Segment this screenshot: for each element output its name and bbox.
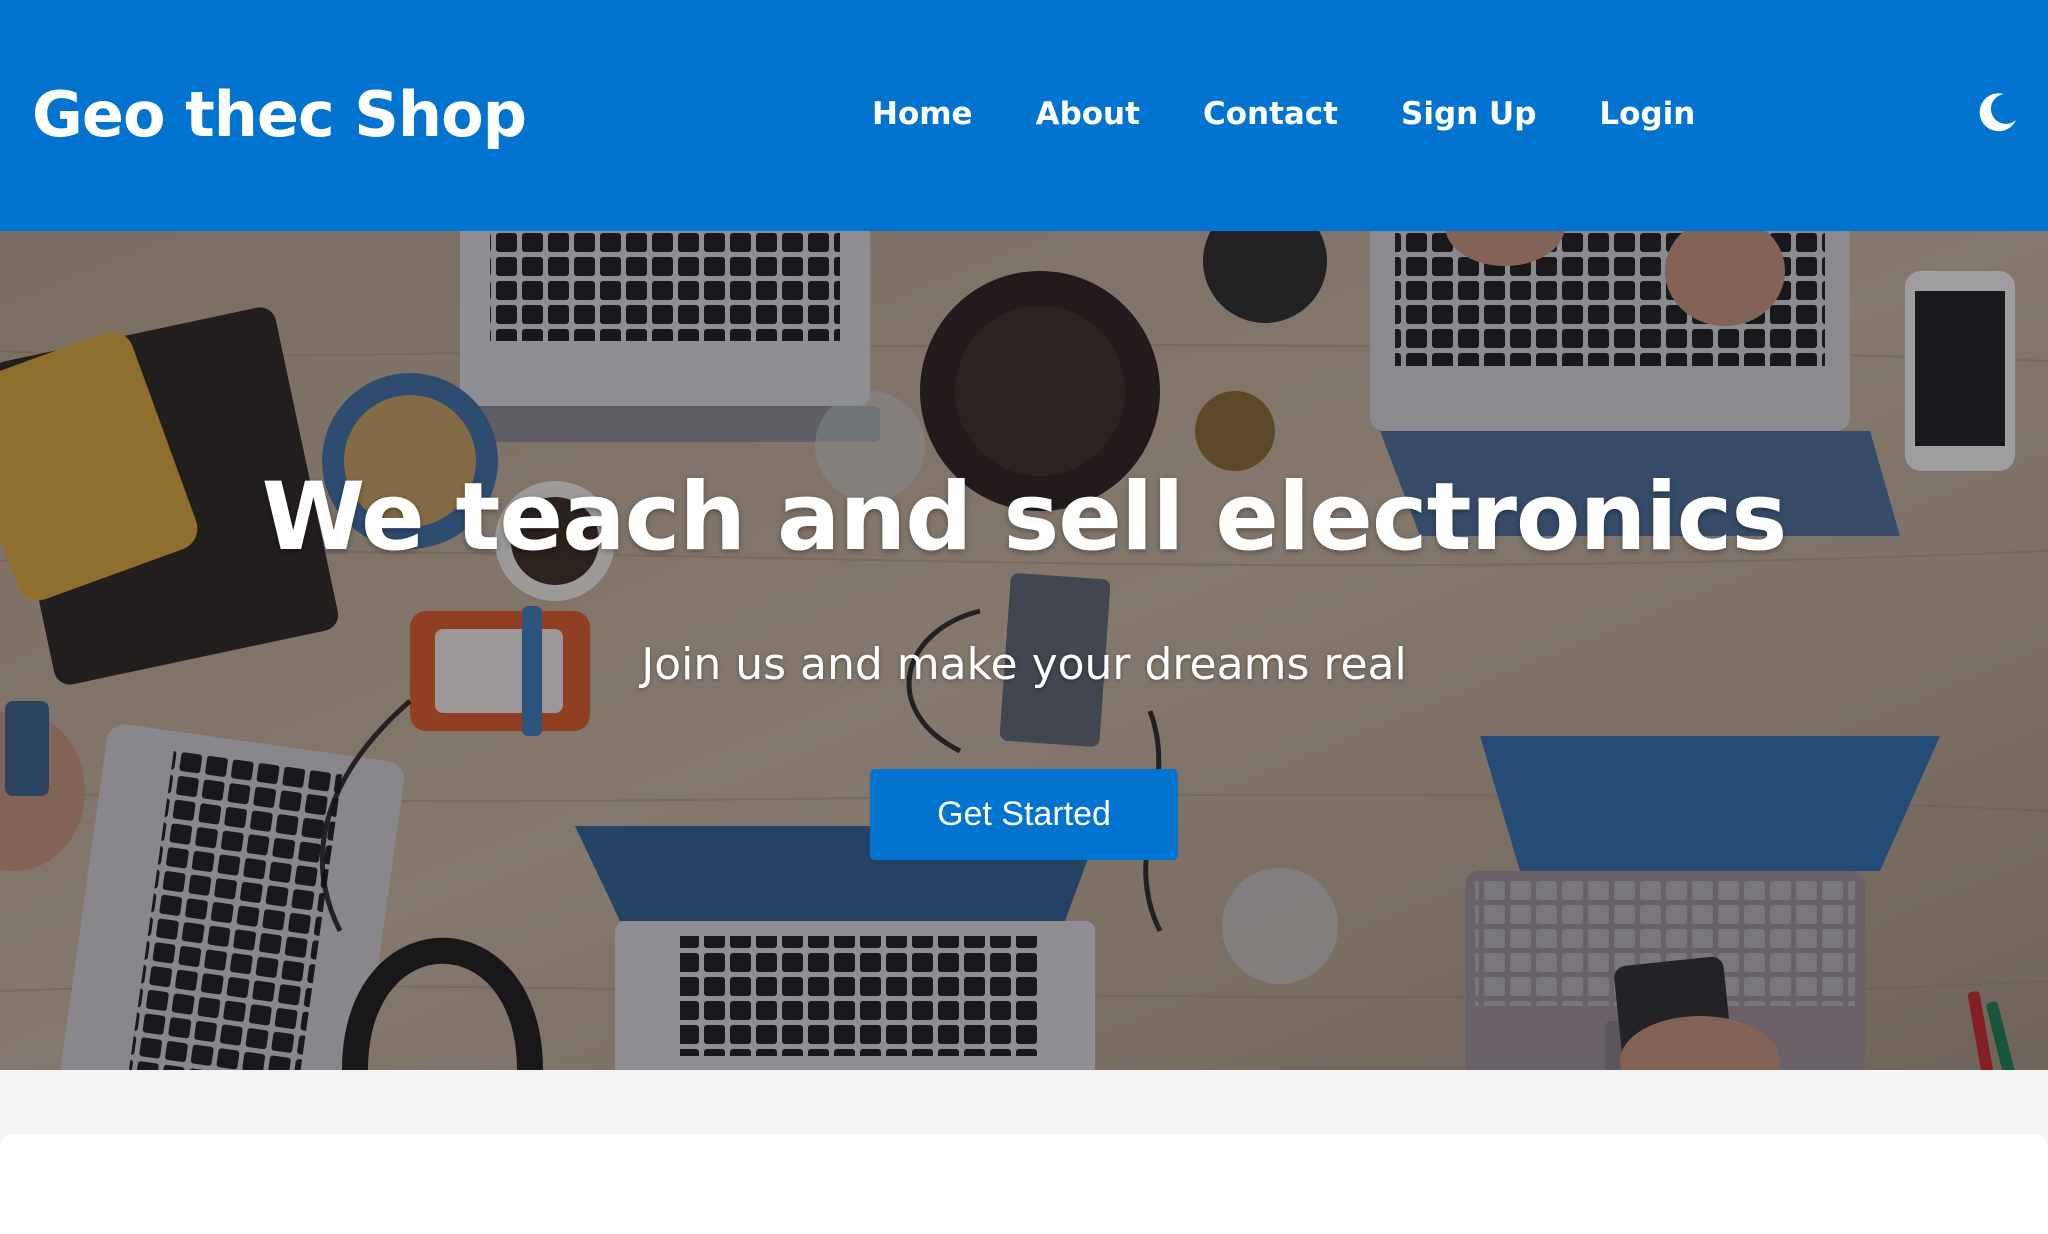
nav-link-contact[interactable]: Contact: [1203, 96, 1338, 132]
navbar: Geo thec Shop Home About Contact Sign Up…: [0, 0, 2048, 231]
main-nav: Home About Contact Sign Up Login: [872, 96, 1695, 132]
nav-link-about[interactable]: About: [1036, 96, 1140, 132]
nav-link-login[interactable]: Login: [1599, 96, 1695, 132]
hero-title: We teach and sell electronics: [261, 463, 1788, 572]
hero-section: We teach and sell electronics Join us an…: [0, 231, 2048, 1070]
moon-icon: [1979, 93, 2016, 132]
dark-mode-toggle[interactable]: [1976, 90, 2020, 134]
hero-subtitle: Join us and make your dreams real: [641, 639, 1407, 690]
content-card: [0, 1134, 2048, 1234]
nav-link-home[interactable]: Home: [872, 96, 973, 132]
brand-logo-text[interactable]: Geo thec Shop: [32, 78, 527, 151]
get-started-button[interactable]: Get Started: [870, 769, 1178, 860]
nav-link-sign-up[interactable]: Sign Up: [1401, 96, 1536, 132]
